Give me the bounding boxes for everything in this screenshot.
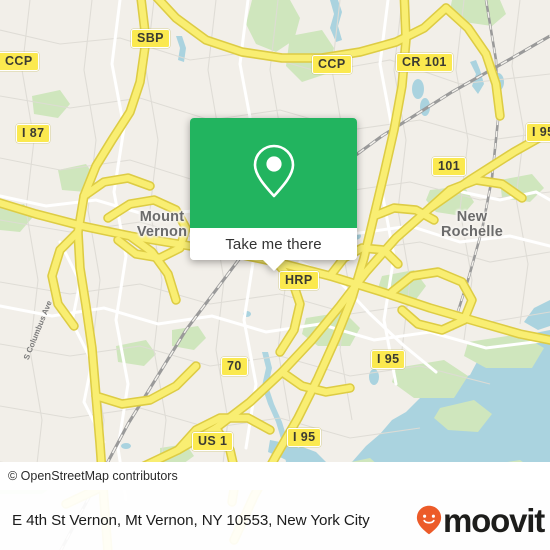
route-shield-sbp[interactable]: SBP: [131, 29, 170, 48]
route-shield-cr-101[interactable]: CR 101: [396, 53, 453, 72]
take-me-there-button[interactable]: Take me there: [225, 236, 321, 253]
moovit-wordmark: moovit: [443, 501, 545, 539]
route-shield-hrp[interactable]: HRP: [279, 271, 319, 290]
osm-attribution-text[interactable]: © OpenStreetMap contributors: [8, 469, 178, 483]
route-shield-i-87[interactable]: I 87: [16, 124, 51, 143]
route-shield-i-95-east[interactable]: I 95: [526, 123, 550, 142]
moovit-brand[interactable]: moovit: [416, 490, 545, 550]
route-shield-101[interactable]: 101: [432, 157, 467, 176]
map-pin-icon: [251, 142, 297, 205]
address-label: E 4th St Vernon, Mt Vernon, NY 10553, Ne…: [12, 511, 370, 529]
route-shield-70[interactable]: 70: [221, 357, 248, 376]
popup-card-body: Take me there: [190, 118, 357, 260]
footer-bar: E 4th St Vernon, Mt Vernon, NY 10553, Ne…: [0, 490, 550, 550]
route-shield-ccp[interactable]: CCP: [312, 55, 352, 74]
popup-card-footer[interactable]: Take me there: [190, 228, 357, 260]
map-screenshot: Mount Vernon New Rochelle CCP SBP CCP CR…: [0, 0, 550, 550]
moovit-smiley-pin-icon: [416, 505, 442, 535]
osm-attribution-bar: © OpenStreetMap contributors: [0, 462, 550, 490]
route-shield-i-95-south[interactable]: I 95: [287, 428, 322, 447]
route-shield-ccp-west[interactable]: CCP: [0, 52, 39, 71]
destination-popup-card[interactable]: Take me there: [190, 118, 357, 271]
route-shield-i-95-mid[interactable]: I 95: [371, 350, 406, 369]
route-shield-us-1[interactable]: US 1: [192, 432, 234, 451]
popup-card-header: [190, 118, 357, 228]
popup-card-tail: [263, 259, 285, 271]
